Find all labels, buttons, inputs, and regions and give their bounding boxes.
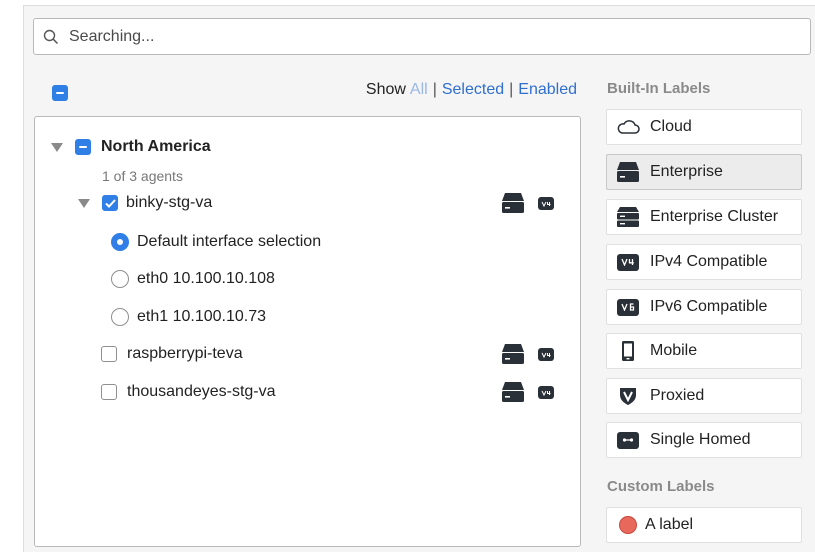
interface-label: eth1 10.100.10.73 — [137, 308, 267, 325]
label-ipv4[interactable]: IPv4 Compatible — [606, 244, 802, 280]
v4-icon — [538, 386, 554, 399]
label-text: Enterprise — [650, 163, 723, 180]
agent-label: thousandeyes-stg-va — [127, 383, 276, 400]
region-row[interactable]: North America — [51, 138, 211, 156]
show-label: Show — [365, 81, 406, 98]
server-icon — [616, 161, 640, 183]
filter-selected-link[interactable]: Selected — [442, 81, 504, 99]
indeterminate-icon — [79, 146, 87, 148]
separator: | — [509, 81, 514, 98]
v4-icon — [538, 348, 554, 361]
agent-row[interactable]: thousandeyes-stg-va — [101, 383, 276, 401]
server-icon — [502, 382, 524, 402]
expand-caret-icon[interactable] — [78, 198, 90, 208]
label-text: IPv4 Compatible — [650, 253, 768, 270]
search-box[interactable] — [33, 18, 811, 55]
expand-caret-icon[interactable] — [51, 142, 63, 152]
agent-tree: North America 1 of 3 agents binky-stg-va… — [34, 116, 581, 547]
label-text: Single Homed — [650, 431, 751, 448]
cloud-icon — [616, 119, 640, 135]
label-text: A label — [645, 516, 694, 533]
interface-label: Default interface selection — [137, 233, 322, 250]
label-mobile[interactable]: Mobile — [606, 333, 802, 369]
checkmark-icon — [104, 198, 116, 208]
shield-icon — [616, 386, 640, 406]
agent-label: binky-stg-va — [126, 194, 213, 211]
agent-label: raspberrypi-teva — [127, 345, 243, 362]
label-enterprise[interactable]: Enterprise — [606, 154, 802, 190]
select-all-checkbox[interactable] — [52, 85, 68, 101]
server-icon — [502, 193, 524, 213]
label-text: Cloud — [650, 118, 692, 135]
label-text: Enterprise Cluster — [650, 208, 779, 225]
label-text: Mobile — [650, 342, 698, 359]
server-icon — [502, 344, 524, 364]
interface-radio[interactable] — [111, 308, 129, 326]
v6-icon — [616, 298, 640, 316]
interface-radio[interactable] — [111, 270, 129, 288]
interface-option[interactable]: Default interface selection — [111, 233, 321, 251]
v4-icon — [616, 253, 640, 271]
filter-enabled-link[interactable]: Enabled — [518, 81, 577, 99]
agent-row[interactable]: raspberrypi-teva — [101, 345, 243, 363]
agent-row[interactable]: binky-stg-va — [78, 194, 212, 212]
agent-checkbox[interactable] — [101, 384, 117, 400]
label-single-homed[interactable]: Single Homed — [606, 422, 802, 458]
region-label: North America — [101, 138, 211, 155]
builtin-labels-title: Built-In Labels — [607, 80, 711, 97]
interface-option[interactable]: eth0 10.100.10.108 — [111, 270, 275, 288]
agent-checkbox[interactable] — [101, 346, 117, 362]
agent-count: 1 of 3 agents — [102, 168, 183, 184]
label-enterprise-cluster[interactable]: Enterprise Cluster — [606, 199, 802, 235]
show-filter: Show All | Selected | Enabled — [366, 81, 577, 99]
interface-radio[interactable] — [111, 233, 129, 251]
label-proxied[interactable]: Proxied — [606, 378, 802, 414]
server-cluster-icon — [616, 206, 640, 228]
custom-labels-title: Custom Labels — [607, 478, 715, 495]
label-text: IPv6 Compatible — [650, 298, 768, 315]
single-homed-icon — [616, 431, 640, 449]
label-cloud[interactable]: Cloud — [606, 109, 802, 145]
label-ipv6[interactable]: IPv6 Compatible — [606, 289, 802, 325]
region-checkbox[interactable] — [75, 139, 91, 155]
separator: | — [432, 81, 437, 98]
search-icon — [43, 29, 59, 44]
filter-all-link[interactable]: All — [410, 81, 428, 99]
mobile-icon — [616, 340, 640, 362]
search-input[interactable] — [67, 26, 767, 47]
label-text: Proxied — [650, 387, 705, 404]
interface-label: eth0 10.100.10.108 — [137, 270, 275, 287]
v4-icon — [538, 197, 554, 210]
indeterminate-icon — [56, 92, 64, 94]
color-dot-icon — [616, 516, 640, 534]
agent-checkbox[interactable] — [102, 195, 118, 211]
label-custom[interactable]: A label — [606, 507, 802, 543]
interface-option[interactable]: eth1 10.100.10.73 — [111, 308, 266, 326]
